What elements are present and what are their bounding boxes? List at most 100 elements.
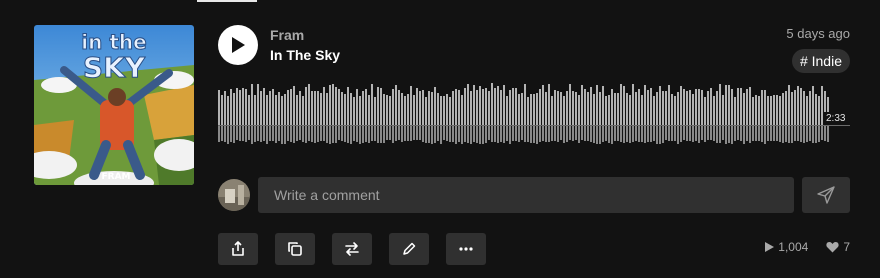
waveform-bar	[611, 89, 613, 125]
waveform-reflection-bar	[314, 126, 316, 143]
waveform-reflection-bar	[557, 126, 559, 142]
waveform-bar	[761, 90, 763, 125]
waveform-reflection-bar	[353, 126, 355, 141]
waveform-reflection-bar	[506, 126, 508, 141]
waveform-reflection-bar	[521, 126, 523, 140]
waveform-reflection-bar	[236, 126, 238, 140]
waveform-bar	[407, 94, 409, 125]
waveform-reflection-bar	[767, 126, 769, 141]
waveform-bar	[557, 91, 559, 125]
waveform-reflection-bar	[293, 126, 295, 143]
waveform-reflection-bar	[788, 126, 790, 143]
waveform-reflection-bar	[548, 126, 550, 142]
waveform-bar	[770, 96, 772, 125]
edit-button[interactable]	[389, 233, 429, 265]
waveform-bar	[266, 95, 268, 125]
waveform-bar	[794, 90, 796, 125]
waveform-reflection-bar	[740, 126, 742, 141]
waveform-reflection-bar	[650, 126, 652, 142]
track-title[interactable]: In The Sky	[270, 47, 340, 63]
waveform-reflection-bar	[824, 126, 826, 141]
waveform-reflection-bar	[380, 126, 382, 143]
waveform-reflection-bar	[227, 126, 229, 144]
track-actions	[218, 233, 486, 265]
waveform-reflection-bar	[599, 126, 601, 144]
waveform-reflection-bar	[524, 126, 526, 142]
waveform-bar	[269, 91, 271, 125]
share-button[interactable]	[218, 233, 258, 265]
waveform-bar	[689, 90, 691, 125]
waveform-reflection-bar	[449, 126, 451, 142]
waveform-reflection-bar	[452, 126, 454, 142]
waveform-reflection-bar	[578, 126, 580, 143]
waveform-reflection-bar	[230, 126, 232, 142]
artist-name[interactable]: Fram	[270, 27, 304, 43]
waveform-bar	[326, 93, 328, 125]
waveform-reflection-bar	[503, 126, 505, 143]
waveform-reflection-bar	[542, 126, 544, 141]
waveform-bar	[296, 95, 298, 125]
waveform-reflection-bar	[644, 126, 646, 143]
waveform-reflection-bar	[383, 126, 385, 143]
waveform-reflection-bar	[827, 126, 829, 142]
waveform-bar	[485, 88, 487, 125]
waveform-bar	[278, 92, 280, 125]
waveform-bar	[593, 94, 595, 125]
waveform-bar	[242, 88, 244, 125]
waveform-bar	[701, 90, 703, 125]
copy-link-button[interactable]	[275, 233, 315, 265]
waveform-reflection-bar	[527, 126, 529, 142]
waveform-bar	[290, 89, 292, 125]
like-count[interactable]: 7	[826, 240, 850, 254]
waveform-bar	[380, 88, 382, 125]
waveform-reflection-bar	[611, 126, 613, 144]
waveform-reflection-bar	[530, 126, 532, 143]
play-count: 1,004	[764, 240, 808, 254]
waveform-reflection-bar	[719, 126, 721, 143]
play-button[interactable]	[218, 25, 258, 65]
avatar	[218, 179, 250, 211]
waveform-bar	[458, 90, 460, 125]
waveform-reflection-bar	[629, 126, 631, 143]
waveform-reflection-bar	[242, 126, 244, 141]
waveform-bar	[263, 88, 265, 125]
waveform-bar	[236, 88, 238, 125]
waveform-reflection-bar	[473, 126, 475, 142]
waveform-bar	[776, 95, 778, 125]
copy-icon	[288, 242, 302, 256]
repost-button[interactable]	[332, 233, 372, 265]
waveform-bar	[245, 89, 247, 125]
waveform-bar	[455, 89, 457, 125]
waveform-bar	[365, 89, 367, 125]
waveform[interactable]	[218, 83, 850, 147]
waveform-reflection-bar	[311, 126, 313, 142]
waveform-bar	[572, 91, 574, 125]
waveform-bar	[413, 95, 415, 125]
waveform-reflection-bar	[605, 126, 607, 141]
waveform-reflection-bar	[458, 126, 460, 142]
waveform-reflection-bar	[368, 126, 370, 143]
waveform-reflection-bar	[218, 126, 220, 142]
waveform-bar	[482, 89, 484, 125]
send-comment-button[interactable]	[802, 177, 850, 213]
waveform-bar	[803, 91, 805, 125]
waveform-reflection-bar	[764, 126, 766, 144]
waveform-bar	[305, 87, 307, 125]
comment-input[interactable]	[258, 177, 794, 213]
waveform-reflection-bar	[803, 126, 805, 143]
waveform-reflection-bar	[566, 126, 568, 142]
waveform-bar	[374, 97, 376, 125]
genre-tag[interactable]: # Indie	[791, 49, 850, 73]
track-artwork[interactable]: in the SKY FRAM	[34, 25, 194, 185]
waveform-bar	[446, 94, 448, 125]
like-count-value: 7	[843, 240, 850, 254]
waveform-bar	[581, 85, 583, 125]
waveform-reflection-bar	[710, 126, 712, 140]
more-button[interactable]	[446, 233, 486, 265]
waveform-reflection-bar	[491, 126, 493, 142]
waveform-reflection-bar	[755, 126, 757, 141]
waveform-bar	[230, 89, 232, 125]
waveform-bar	[347, 87, 349, 125]
waveform-reflection-bar	[770, 126, 772, 141]
waveform-reflection-bar	[797, 126, 799, 141]
